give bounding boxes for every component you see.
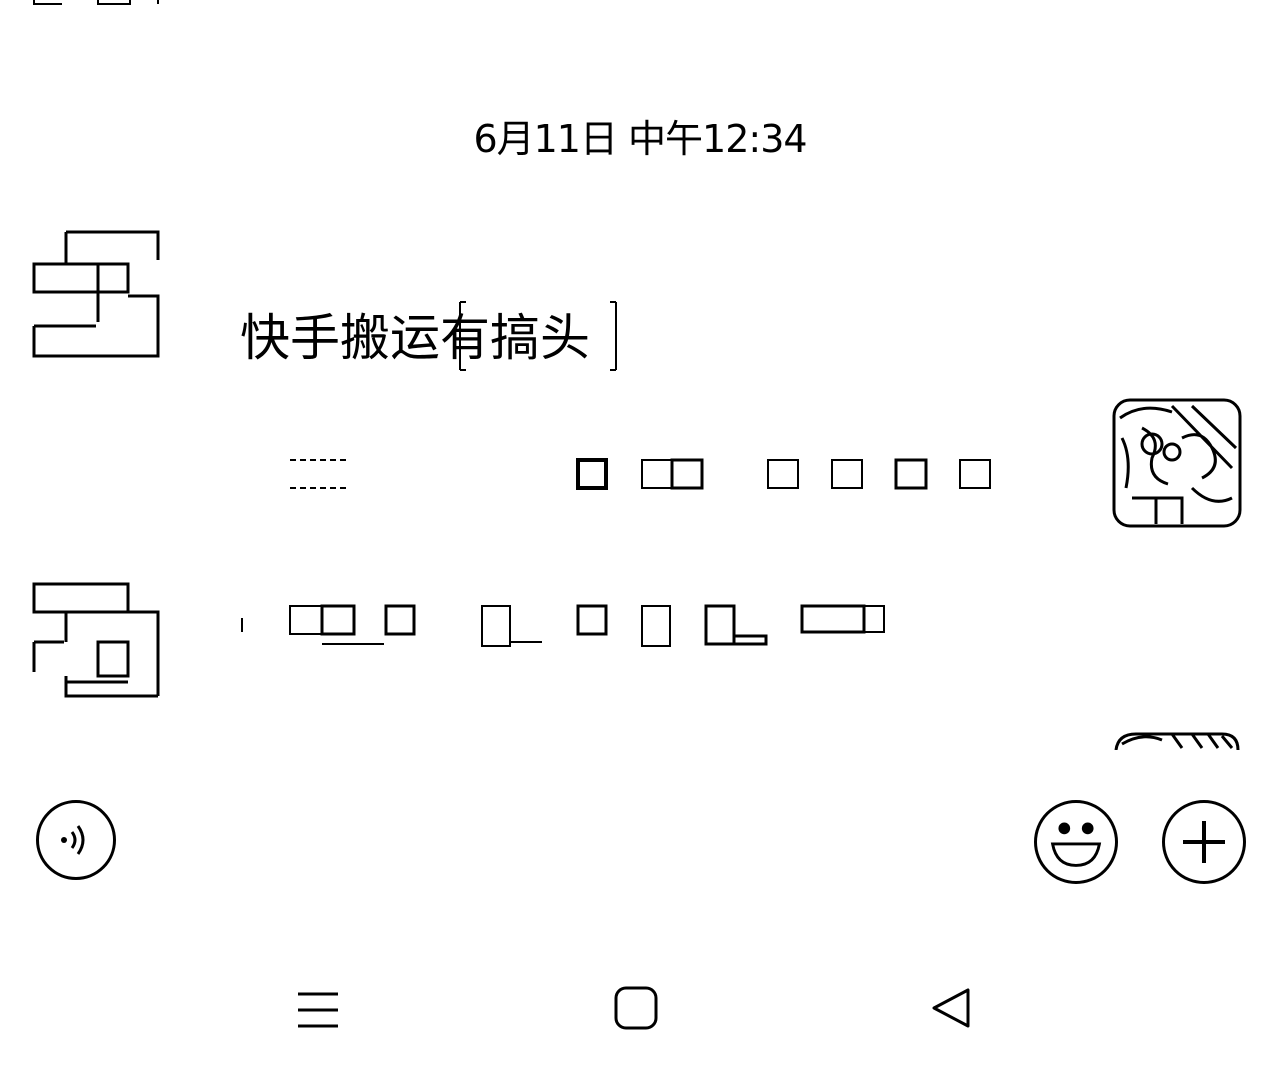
system-nav-bar <box>0 960 1280 1060</box>
back-button[interactable] <box>912 968 992 1048</box>
list-item <box>0 398 1280 528</box>
menu-button[interactable] <box>278 970 358 1050</box>
back-icon <box>932 988 970 1028</box>
menu-icon <box>298 992 338 1028</box>
emoji-button[interactable] <box>1034 800 1118 884</box>
sender-avatar-icon[interactable] <box>32 580 162 700</box>
plus-icon <box>1183 821 1225 863</box>
user-avatar-icon[interactable] <box>1112 398 1242 528</box>
clipped-message-remnant <box>33 0 159 5</box>
list-item <box>32 580 885 704</box>
message-bubble-glyphs[interactable] <box>238 600 898 652</box>
home-button[interactable] <box>596 968 676 1048</box>
voice-icon <box>61 825 85 855</box>
text-selection-marker <box>459 301 617 371</box>
sender-avatar-icon[interactable] <box>32 230 162 360</box>
chat-message-list[interactable]: 快手搬运有搞头 <box>0 190 1280 750</box>
user-avatar-icon[interactable] <box>1112 730 1242 750</box>
voice-button[interactable] <box>36 800 116 880</box>
list-item <box>0 730 1280 750</box>
emoji-icon <box>1050 822 1102 867</box>
message-bubble-glyphs[interactable] <box>280 454 1000 494</box>
home-icon <box>614 986 658 1030</box>
chat-input-bar <box>0 790 1280 900</box>
list-item: 快手搬运有搞头 <box>32 230 617 371</box>
message-timestamp: 6月11日 中午12:34 <box>473 117 807 161</box>
add-button[interactable] <box>1162 800 1246 884</box>
